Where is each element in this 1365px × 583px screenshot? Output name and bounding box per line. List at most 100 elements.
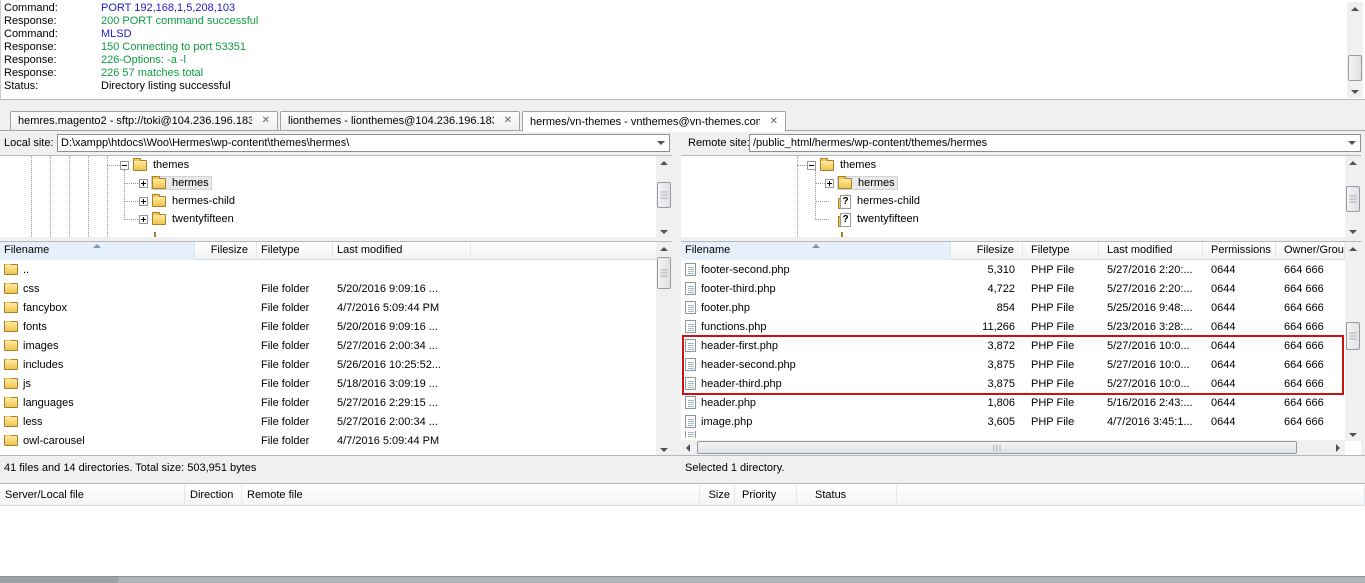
tab-close-icon[interactable]: ✕ [262,116,270,126]
tab-hemres-magento2[interactable]: hemres.magento2 - sftp://toki@104.236.19… [10,111,278,131]
column-header-filesize[interactable]: Filesize [951,242,1023,260]
column-header-filesize[interactable]: Filesize [195,242,257,260]
column-header-lastmodified[interactable]: Last modified [1099,242,1203,260]
file-row[interactable]: fancyboxFile folder4/7/2016 5:09:44 PM [0,298,656,317]
local-site-combo[interactable] [57,134,670,152]
scroll-right-button[interactable] [1331,440,1345,455]
scroll-down-button[interactable] [1347,85,1363,98]
local-tree-scrollbar[interactable] [656,156,672,237]
file-row[interactable]: lessFile folder5/27/2016 2:00:34 ... [0,412,656,431]
tree-node-twentyfifteen[interactable]: twentyfifteen [139,210,236,228]
tree-node-themes[interactable]: themes [120,156,191,174]
tree-node-hermes-child[interactable]: hermes-child [838,192,922,210]
scroll-down-button[interactable] [656,443,672,455]
local-list-scrollbar[interactable] [656,242,672,455]
expand-icon[interactable] [139,215,148,224]
file-row[interactable]: fontsFile folder5/20/2016 9:09:16 ... [0,317,656,336]
scroll-left-button[interactable] [681,440,695,455]
column-header-filename[interactable]: Filename [0,242,195,260]
tree-node-label[interactable]: themes [151,159,191,171]
column-header-filename[interactable]: Filename [681,242,951,260]
file-row[interactable]: .. [0,260,656,279]
file-row[interactable]: header-second.php3,875PHP File5/27/2016 … [681,355,1345,374]
file-row[interactable]: imagesFile folder5/27/2016 2:00:34 ... [0,336,656,355]
column-header-server-local-file[interactable]: Server/Local file [0,485,185,506]
tree-node-label[interactable]: hermes [856,177,897,189]
file-row[interactable]: jsFile folder5/18/2016 3:09:19 ... [0,374,656,393]
scroll-down-button[interactable] [1345,225,1361,237]
column-header-status[interactable]: Status [797,485,897,506]
tree-node-themes[interactable]: themes [807,156,878,174]
tab-close-icon[interactable]: ✕ [770,117,778,127]
dropdown-arrow-icon[interactable] [657,141,665,145]
tab-hermes-vn-themes[interactable]: hermes/vn-themes - vnthemes@vn-themes.co… [522,111,786,132]
scrollbar-thumb[interactable] [657,257,671,289]
column-header-filetype[interactable]: Filetype [257,242,333,260]
scroll-up-button[interactable] [1347,2,1363,15]
file-row[interactable]: header-third.php3,875PHP File5/27/2016 1… [681,374,1345,393]
remote-list-body: footer-second.php5,310PHP File5/27/2016 … [681,260,1345,440]
tree-node-label[interactable]: twentyfifteen [170,213,236,225]
scrollbar-thumb[interactable] [1348,55,1362,81]
scrollbar-thumb[interactable] [657,182,671,208]
tree-node-label[interactable]: hermes [170,177,211,189]
remote-site-combo[interactable] [749,134,1361,152]
tree-node-label[interactable]: hermes-child [170,195,237,207]
remote-list-scrollbar[interactable] [1345,242,1361,441]
column-header-owner-group[interactable]: Owner/Group [1276,242,1345,260]
column-header-filetype[interactable]: Filetype [1023,242,1099,260]
file-row[interactable]: footer.php854PHP File5/25/2016 9:48:...0… [681,298,1345,317]
tree-node-hermes[interactable]: hermes [139,174,211,192]
expand-icon[interactable] [139,197,148,206]
tab-title: hermes/vn-themes - vnthemes@vn-themes.co… [530,116,760,128]
column-header-remote-file[interactable]: Remote file [242,485,700,506]
scroll-down-button[interactable] [656,225,672,237]
file-row[interactable]: footer-third.php4,722PHP File5/27/2016 2… [681,279,1345,298]
scroll-up-button[interactable] [1345,156,1361,169]
file-row[interactable]: cssFile folder5/20/2016 9:09:16 ... [0,279,656,298]
tab-lionthemes[interactable]: lionthemes - lionthemes@104.236.196.183 … [280,111,520,131]
column-header-priority[interactable]: Priority [735,485,797,506]
scrollbar-thumb[interactable] [1346,186,1360,212]
expand-icon[interactable] [825,179,834,188]
expand-icon[interactable] [139,179,148,188]
column-header-permissions[interactable]: Permissions [1203,242,1276,260]
tree-node-hermes-child[interactable]: hermes-child [139,192,237,210]
scroll-up-button[interactable] [1345,242,1361,255]
file-row[interactable]: functions.php11,266PHP File5/23/2016 3:2… [681,317,1345,336]
collapse-icon[interactable] [120,161,129,170]
file-row[interactable]: header-first.php3,872PHP File5/27/2016 1… [681,336,1345,355]
tree-node-label[interactable]: hermes-child [855,195,922,207]
tree-node-label[interactable]: twentyfifteen [855,213,921,225]
arrow-up-icon [1349,247,1357,251]
local-site-input[interactable] [58,135,669,151]
tree-node-label[interactable]: themes [838,159,878,171]
file-row[interactable]: header.php1,806PHP File5/16/2016 2:43:..… [681,393,1345,412]
tab-close-icon[interactable]: ✕ [504,116,512,126]
selected-tree-node[interactable]: hermes [152,177,211,189]
scroll-up-button[interactable] [656,242,672,255]
remote-site-input[interactable] [750,135,1360,151]
column-header-direction[interactable]: Direction [185,485,242,506]
remote-tree-scrollbar[interactable] [1345,156,1361,237]
log-scrollbar[interactable] [1347,2,1363,98]
scroll-up-button[interactable] [656,156,672,169]
file-row[interactable]: image.php3,605PHP File4/7/2016 3:45:1...… [681,412,1345,431]
collapse-icon[interactable] [807,161,816,170]
selected-tree-node[interactable]: hermes [838,177,897,189]
column-header-size[interactable]: Size [700,485,735,506]
file-row[interactable]: owl-carouselFile folder4/7/2016 5:09:44 … [0,431,656,450]
column-header-lastmodified[interactable]: Last modified [333,242,471,260]
log-line-label: Response: [4,15,101,28]
tree-node-hermes[interactable]: hermes [825,174,897,192]
dropdown-arrow-icon[interactable] [1348,141,1356,145]
file-row[interactable]: languagesFile folder5/27/2016 2:29:15 ..… [0,393,656,412]
scrollbar-thumb[interactable] [1346,322,1360,350]
tree-node-twentyfifteen[interactable]: twentyfifteen [838,210,921,228]
file-row[interactable]: footer-second.php5,310PHP File5/27/2016 … [681,260,1345,279]
file-row[interactable]: includesFile folder5/26/2016 10:25:52... [0,355,656,374]
remote-list-hscrollbar[interactable] [681,440,1345,455]
folder-icon [820,160,834,171]
scroll-down-button[interactable] [1345,428,1361,441]
scrollbar-thumb[interactable] [697,441,1297,454]
